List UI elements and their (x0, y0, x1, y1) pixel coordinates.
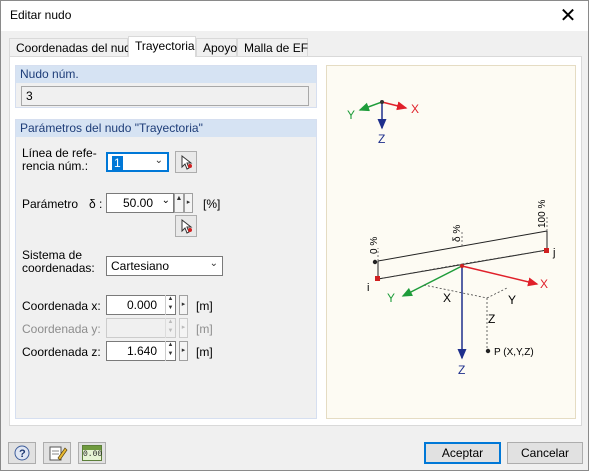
coord-y-input: ▲ ▼ (106, 318, 176, 338)
parameter-delta-value: 50.00 (122, 196, 153, 210)
coord-z-menu-button[interactable]: ▸ (179, 341, 188, 361)
point-p-label: P (X,Y,Z) (494, 347, 534, 358)
coord-z-unit: [m] (196, 345, 213, 359)
chevron-down-icon: ⌄ (209, 258, 218, 269)
pct-0-label: 0 % (369, 237, 380, 254)
pick-cursor-icon (181, 218, 193, 234)
ref-line-select[interactable]: 1 ⌄ (106, 152, 169, 172)
units-icon-text: 0.00 (83, 450, 103, 459)
trajectory-params-group: Parámetros del nudo "Trayectoria" Línea … (15, 119, 317, 419)
coord-y-spinner: ▲ ▼ (165, 318, 175, 338)
edit-node-dialog: Editar nudo ✕ Coordenadas del nudo Traye… (0, 0, 589, 471)
coord-system-value: Cartesiano (111, 259, 170, 273)
delta-menu-button[interactable]: ▸ (184, 193, 193, 213)
coord-y-unit: [m] (196, 322, 213, 336)
node-number-field: 3 (21, 86, 309, 106)
coord-x-value: 0.000 (126, 298, 157, 312)
trajectory-pane: Nudo núm. 3 Parámetros del nudo "Trayect… (9, 56, 582, 426)
ref-line-label-2: rencia núm.: (22, 159, 89, 173)
units-icon: 0.00 (82, 445, 102, 461)
coord-x-label: Coordenada x: (22, 299, 101, 313)
pct-delta-label: δ % (452, 225, 463, 242)
global-z-label: Z (378, 132, 385, 146)
coord-x-input[interactable]: 0.000 ▲ ▼ (106, 295, 176, 315)
tab-node-coordinates[interactable]: Coordenadas del nudo (9, 38, 137, 56)
tab-fe-mesh[interactable]: Malla de EF (237, 38, 308, 56)
local-y-label: Y (387, 291, 395, 305)
trajectory-diagram-svg: X Y Z i j 0 % δ % 100 % X Y Z X Y Z P (X… (347, 100, 555, 377)
help-button[interactable]: ? (8, 442, 36, 464)
node-i-label: i (367, 282, 369, 294)
units-button[interactable]: 0.00 (78, 442, 106, 464)
parameter-label: Parámetro (22, 197, 79, 211)
help-icon: ? (14, 445, 30, 461)
coord-y-label: Coordenada y: (22, 322, 101, 336)
parameter-delta-input[interactable]: 50.00 ⌄ (106, 193, 174, 213)
global-axes-icon (358, 100, 408, 130)
tab-support[interactable]: Apoyo (196, 38, 237, 56)
edit-icon (49, 446, 68, 461)
node-number-header: Nudo núm. (16, 66, 316, 83)
offset-z-label: Z (488, 312, 495, 326)
ref-line-value: 1 (112, 156, 123, 170)
title-bar: Editar nudo ✕ (1, 1, 588, 31)
local-z-label: Z (458, 363, 465, 377)
offset-y-label: Y (508, 293, 516, 307)
params-header: Parámetros del nudo "Trayectoria" (16, 120, 316, 137)
coord-system-select[interactable]: Cartesiano ⌄ (106, 256, 223, 276)
pick-cursor-icon (181, 154, 193, 170)
close-icon[interactable]: ✕ (556, 4, 580, 28)
ok-button[interactable]: Aceptar (424, 442, 501, 464)
global-y-label: Y (347, 108, 355, 122)
coord-system-label-1: Sistema de (22, 248, 83, 262)
local-x-label: X (540, 277, 548, 291)
coord-z-spinner[interactable]: ▲ ▼ (165, 341, 175, 361)
global-x-label: X (411, 102, 419, 116)
edit-button[interactable] (43, 442, 71, 464)
node-j-label: j (552, 247, 555, 259)
chevron-down-icon: ⌄ (161, 195, 170, 206)
svg-text:?: ? (19, 448, 26, 460)
delta-spin-button[interactable]: ▲ (174, 193, 184, 213)
coord-x-unit: [m] (196, 299, 213, 313)
pct-100-label: 100 % (537, 200, 548, 228)
chevron-down-icon: ⌄ (154, 155, 163, 166)
cancel-button[interactable]: Cancelar (507, 442, 583, 464)
local-axes-icon (401, 264, 539, 360)
coord-y-menu-button: ▸ (179, 318, 188, 338)
offset-x-label: X (443, 291, 451, 305)
coord-z-label: Coordenada z: (22, 345, 101, 359)
coord-system-label-2: coordenadas: (22, 261, 95, 275)
coord-x-spinner[interactable]: ▲ ▼ (165, 295, 175, 315)
ref-line-label-1: Línea de refe- (22, 146, 97, 160)
tab-trajectory[interactable]: Trayectoria (128, 36, 196, 57)
parameter-unit: [%] (203, 197, 221, 211)
window-title: Editar nudo (10, 8, 72, 22)
pick-line-button[interactable] (175, 151, 197, 173)
coord-x-menu-button[interactable]: ▸ (179, 295, 188, 315)
coord-z-input[interactable]: 1.640 ▲ ▼ (106, 341, 176, 361)
delta-symbol: δ : (89, 197, 103, 211)
coord-z-value: 1.640 (126, 344, 157, 358)
trajectory-diagram: X Y Z i j 0 % δ % 100 % X Y Z X Y Z P (X… (326, 65, 576, 419)
pick-parameter-button[interactable] (175, 215, 197, 237)
node-number-group: Nudo núm. 3 (15, 65, 317, 108)
